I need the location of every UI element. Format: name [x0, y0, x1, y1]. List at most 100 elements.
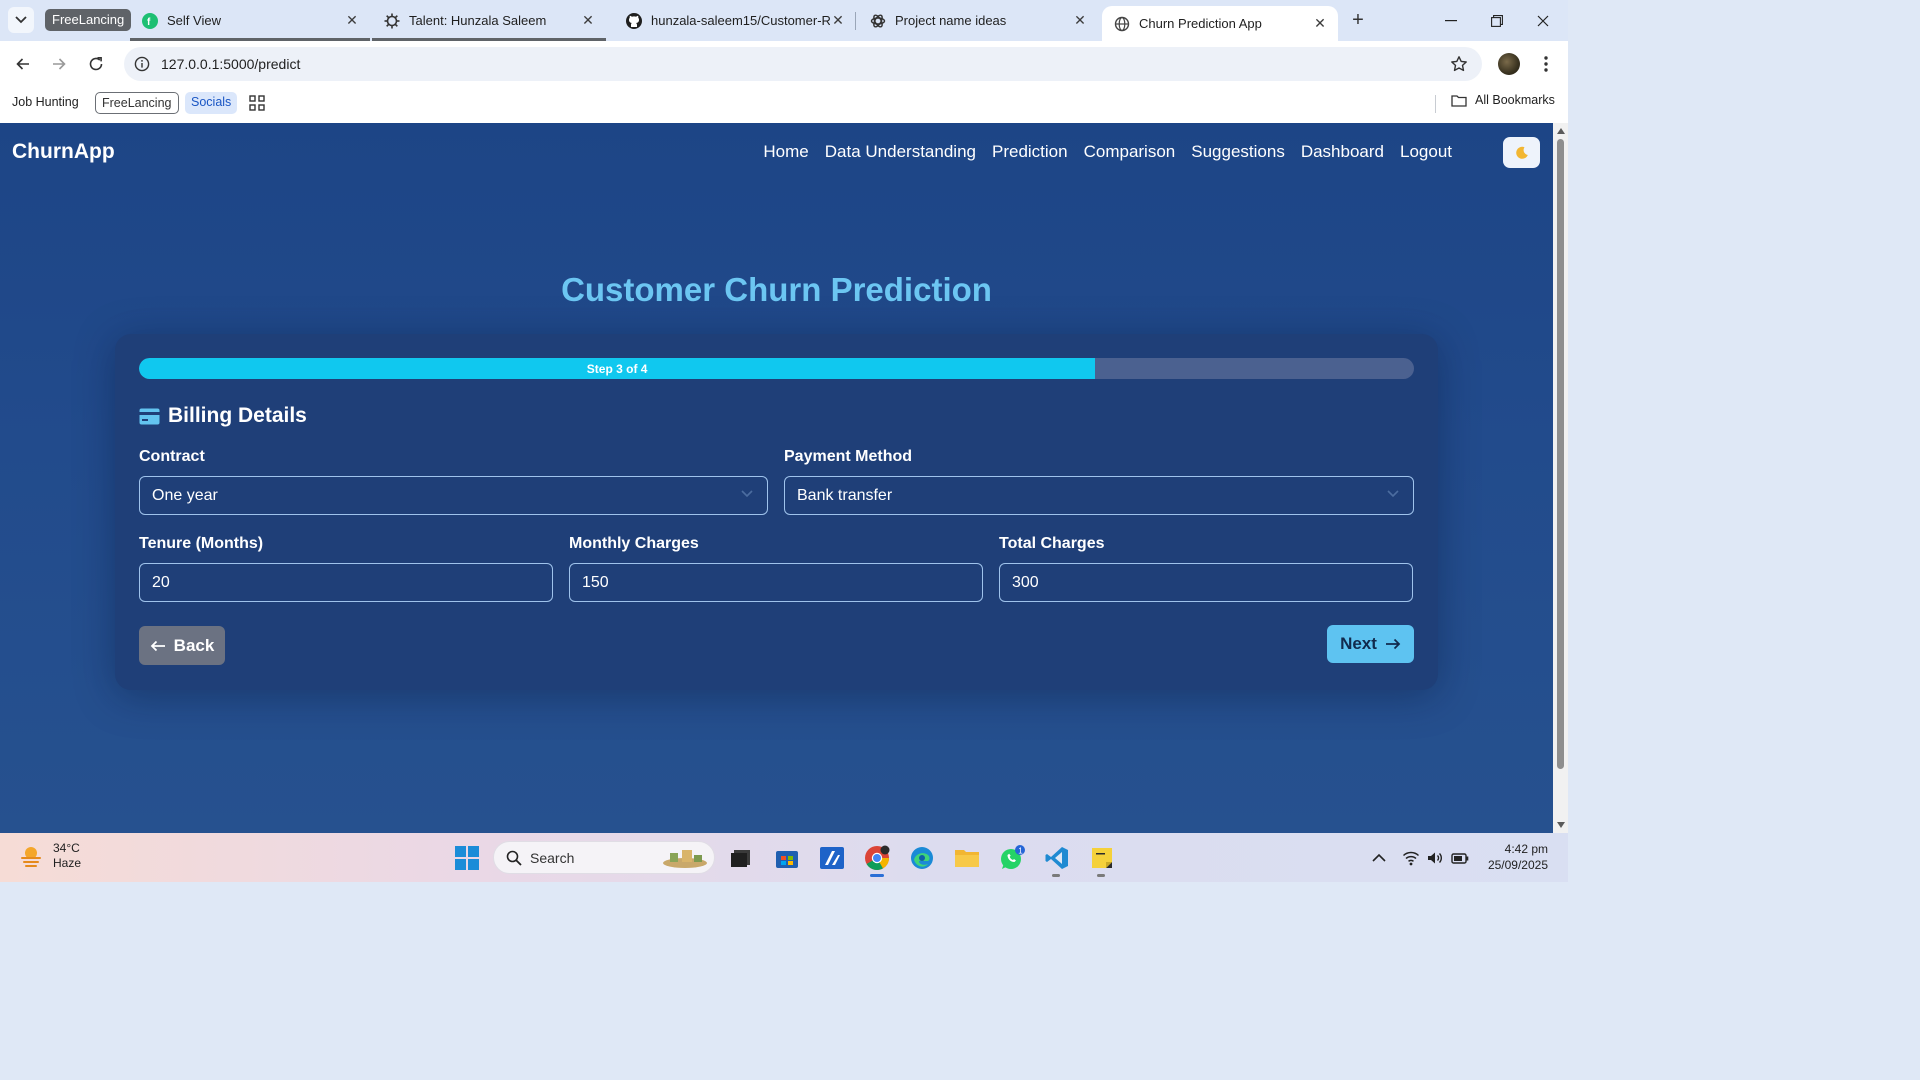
progress-label: Step 3 of 4: [586, 361, 648, 376]
clock-time: 4:42 pm: [1504, 842, 1548, 856]
edge-app[interactable]: [909, 845, 935, 871]
upwork-gear-icon: [384, 13, 400, 29]
taskbar-search[interactable]: Search: [493, 841, 715, 874]
tab-churn-app[interactable]: Churn Prediction App ✕: [1102, 6, 1338, 41]
apps-grid-icon[interactable]: [249, 95, 265, 111]
fiverr-icon: f: [142, 12, 158, 29]
tab-search-button[interactable]: [8, 7, 34, 33]
nav-link-logout[interactable]: Logout: [1400, 142, 1452, 162]
nav-link-suggestions[interactable]: Suggestions: [1191, 142, 1285, 162]
contract-label: Contract: [139, 448, 205, 465]
minimize-icon: [1445, 19, 1457, 21]
browser-menu-button[interactable]: [1536, 54, 1556, 74]
chatgpt-icon: [870, 13, 886, 29]
weather-temp: 34°C: [53, 841, 80, 855]
reload-button[interactable]: [81, 49, 111, 79]
page-viewport: ChurnApp Home Data Understanding Predict…: [0, 123, 1553, 833]
contract-select[interactable]: One year: [139, 476, 768, 515]
nav-link-home[interactable]: Home: [763, 142, 808, 162]
tab-strip: FreeLancing f Self View ✕ Talent: Hunzal…: [0, 0, 1568, 41]
tenure-value: 20: [152, 574, 170, 591]
file-explorer-app[interactable]: [954, 845, 980, 871]
page-scrollbar[interactable]: [1553, 123, 1568, 833]
search-highlight-icon: [663, 850, 707, 868]
site-info-icon[interactable]: [134, 56, 150, 72]
back-button[interactable]: Back: [139, 626, 225, 665]
minimize-button[interactable]: [1428, 0, 1474, 41]
vscode-open-indicator: [1052, 874, 1060, 877]
bookmarks-bar: Job Hunting FreeLancing Socials All Book…: [0, 87, 1568, 123]
chrome-app[interactable]: [864, 845, 890, 871]
close-icon[interactable]: ✕: [580, 12, 596, 29]
nav-link-data-understanding[interactable]: Data Understanding: [825, 142, 976, 162]
tab-project-ideas[interactable]: Project name ideas ✕: [858, 0, 1098, 41]
url-text[interactable]: 127.0.0.1:5000/predict: [161, 56, 300, 72]
monthly-charges-input[interactable]: 150: [569, 563, 983, 602]
tab-github[interactable]: hunzala-saleem15/Customer-R ✕: [614, 0, 856, 41]
new-tab-button[interactable]: +: [1346, 8, 1370, 32]
close-icon[interactable]: ✕: [830, 12, 846, 29]
close-icon[interactable]: ✕: [1072, 12, 1088, 29]
whatsapp-app[interactable]: 1: [999, 845, 1025, 871]
chevron-up-icon[interactable]: [1370, 849, 1388, 867]
sticky-notes-app[interactable]: [1089, 845, 1115, 871]
battery-icon[interactable]: [1451, 849, 1469, 867]
wifi-icon[interactable]: [1402, 849, 1420, 867]
volume-icon[interactable]: [1426, 849, 1444, 867]
bookmark-socials[interactable]: Socials: [185, 92, 238, 114]
github-icon: [626, 12, 642, 29]
close-window-button[interactable]: [1520, 0, 1566, 41]
taskbar-clock[interactable]: 4:42 pm 25/09/2025: [1482, 841, 1548, 873]
arrow-left-icon: [16, 58, 29, 70]
scroll-up-icon[interactable]: [1557, 128, 1565, 134]
azure-icon: [820, 847, 844, 869]
nav-link-dashboard[interactable]: Dashboard: [1301, 142, 1384, 162]
tab-talent[interactable]: Talent: Hunzala Saleem ✕: [372, 0, 606, 41]
close-icon[interactable]: ✕: [344, 12, 360, 29]
total-charges-value: 300: [1012, 574, 1039, 591]
vscode-app[interactable]: [1044, 845, 1070, 871]
more-vert-icon: [1544, 56, 1548, 72]
tenure-label: Tenure (Months): [139, 535, 264, 552]
scrollbar-thumb[interactable]: [1557, 139, 1564, 769]
app-navbar: ChurnApp Home Data Understanding Predict…: [0, 123, 1553, 183]
step-progress-bar: Step 3 of 4: [139, 358, 1414, 379]
nav-links: Home Data Understanding Prediction Compa…: [763, 142, 1452, 162]
monthly-charges-value: 150: [582, 574, 609, 591]
close-icon[interactable]: ✕: [1312, 15, 1328, 32]
nav-link-comparison[interactable]: Comparison: [1084, 142, 1176, 162]
tab-self-view[interactable]: f Self View ✕: [130, 0, 370, 41]
total-charges-input[interactable]: 300: [999, 563, 1413, 602]
bookmark-freelancing[interactable]: FreeLancing: [95, 92, 179, 114]
next-button[interactable]: Next: [1327, 625, 1414, 663]
back-nav-button[interactable]: [8, 49, 38, 79]
task-view-app[interactable]: [728, 845, 754, 871]
close-icon: [1537, 15, 1549, 26]
forward-nav-button[interactable]: [44, 49, 74, 79]
microsoft-store-app[interactable]: [774, 845, 800, 871]
theme-toggle-button[interactable]: [1503, 137, 1540, 168]
azure-data-studio-app[interactable]: [819, 845, 845, 871]
sticky-notes-icon: [1092, 848, 1112, 868]
profile-avatar[interactable]: [1498, 53, 1520, 75]
all-bookmarks-button[interactable]: All Bookmarks: [1451, 93, 1555, 107]
nav-link-prediction[interactable]: Prediction: [992, 142, 1068, 162]
tab-group-chip[interactable]: FreeLancing: [45, 9, 132, 31]
weather-widget[interactable]: 34°C Haze: [18, 841, 81, 871]
tenure-input[interactable]: 20: [139, 563, 553, 602]
windows-start-icon[interactable]: [455, 846, 479, 870]
payment-method-label: Payment Method: [784, 448, 913, 465]
monthly-charges-label: Monthly Charges: [569, 535, 699, 552]
bookmark-star-icon[interactable]: [1450, 55, 1468, 73]
arrow-right-icon: [53, 58, 66, 70]
whatsapp-icon: 1: [1001, 845, 1025, 869]
address-bar[interactable]: 127.0.0.1:5000/predict: [124, 47, 1482, 81]
clock-date: 25/09/2025: [1487, 858, 1548, 872]
bookmark-job-hunting[interactable]: Job Hunting: [6, 92, 85, 114]
app-brand[interactable]: ChurnApp: [12, 140, 115, 164]
restore-button[interactable]: [1474, 0, 1520, 41]
chrome-active-indicator: [870, 874, 884, 877]
payment-method-select[interactable]: Bank transfer: [784, 476, 1414, 515]
chevron-down-icon: [1387, 490, 1399, 498]
scroll-down-icon[interactable]: [1557, 822, 1565, 828]
